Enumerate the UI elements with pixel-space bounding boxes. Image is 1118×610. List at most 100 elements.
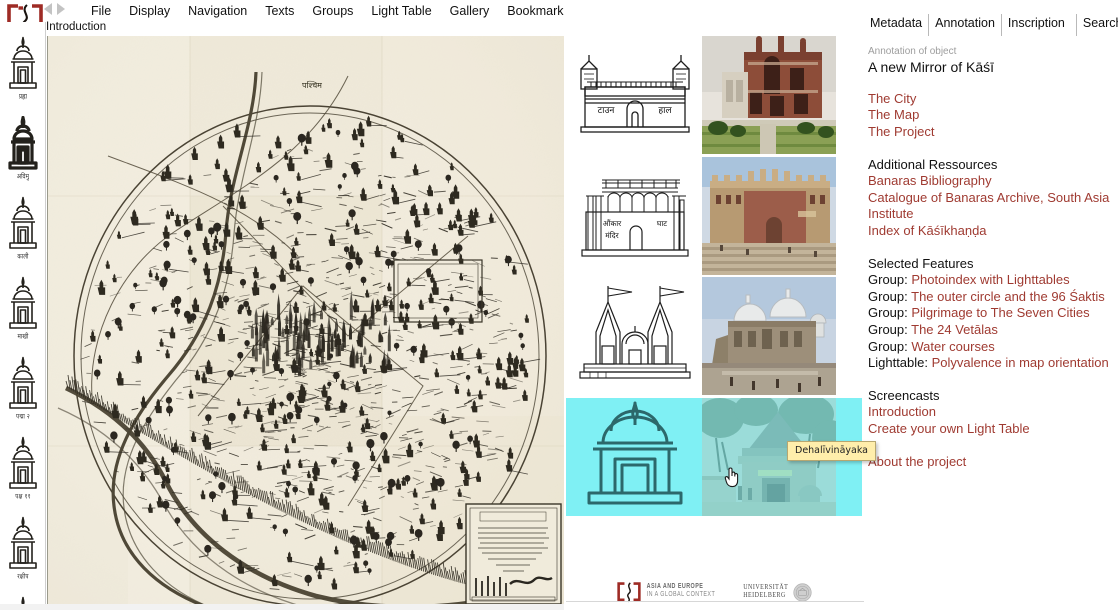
feature-prefix: Lighttable: xyxy=(868,355,928,371)
sketch-label: घाट xyxy=(657,219,667,228)
menu-texts[interactable]: Texts xyxy=(256,2,303,20)
menu-file[interactable]: File xyxy=(82,2,120,20)
hand-cursor-icon xyxy=(724,467,739,488)
tab-metadata[interactable]: Metadata xyxy=(864,14,928,36)
map-viewport[interactable]: पश्चिम xyxy=(47,36,564,610)
sidebar-thumbnail-caption: अविमु xyxy=(16,173,30,182)
sidebar-thumbnail-caption: पद्मा २ xyxy=(16,413,30,422)
photo-row[interactable] xyxy=(566,277,862,395)
map-direction-label-west: पश्चिम xyxy=(302,80,322,90)
feature-link-seven-cities[interactable]: Pilgrimage to The Seven Cities xyxy=(911,305,1089,320)
sketch-town-hall[interactable]: टाउन हाल xyxy=(572,36,698,154)
bottom-strip xyxy=(0,604,564,610)
feature-prefix: Group: xyxy=(868,322,908,338)
info-panel: Metadata Annotation Inscription Search A… xyxy=(864,14,1118,610)
historic-map-of-kashi[interactable]: पश्चिम xyxy=(48,36,564,610)
menu-navigation[interactable]: Navigation xyxy=(179,2,256,20)
breadcrumb[interactable]: Introduction xyxy=(46,21,106,37)
screencasts-heading: Screencasts xyxy=(868,387,940,403)
shrine-sketch-icon xyxy=(9,196,37,249)
menu-items: File Display Navigation Texts Groups Lig… xyxy=(82,0,573,21)
menu-groups[interactable]: Groups xyxy=(303,2,362,20)
feature-link-24-vetalas[interactable]: The 24 Vetālas xyxy=(911,322,998,337)
link-about-the-project[interactable]: About the project xyxy=(868,454,1116,471)
application-window: File Display Navigation Texts Groups Lig… xyxy=(0,0,1118,610)
object-title: A new Mirror of Kāśī xyxy=(868,59,995,75)
shrine-sketch-icon xyxy=(9,436,37,489)
forward-arrow-icon[interactable] xyxy=(57,3,65,15)
feature-prefix: Group: xyxy=(868,272,908,288)
feature-link-polyvalence[interactable]: Polyvalence in map orientation xyxy=(932,355,1109,370)
photo-town-hall[interactable] xyxy=(702,36,836,154)
shrine-sketch-icon xyxy=(9,276,37,329)
sidebar-thumbnail[interactable]: पक्ष ११ xyxy=(0,422,45,502)
sketch-label: औंकार xyxy=(603,219,622,228)
panel-tabs: Metadata Annotation Inscription Search xyxy=(864,14,1118,36)
university-line2: HEIDELBERG xyxy=(743,592,786,600)
link-screencast-light-table[interactable]: Create your own Light Table xyxy=(868,421,1116,438)
feature-row: Lighttable: Polyvalence in map orientati… xyxy=(868,355,1116,372)
feature-row: Group: The 24 Vetālas xyxy=(868,322,1116,339)
feature-row: Group: The outer circle and the 96 Śakti… xyxy=(868,289,1116,306)
sketch-label: हाल xyxy=(658,106,672,116)
photo-gyanvapi-mosque[interactable] xyxy=(702,277,836,395)
sketch-flag-temples[interactable] xyxy=(572,277,698,395)
sidebar-thumbnail[interactable]: रक्षीप xyxy=(0,502,45,582)
map-cartouche xyxy=(465,503,562,605)
history-navigation xyxy=(44,3,65,15)
link-index-kasikhanda[interactable]: Index of Kāśīkhaṇḍa xyxy=(868,223,1116,240)
menu-gallery[interactable]: Gallery xyxy=(441,2,499,20)
menu-bookmark[interactable]: Bookmark xyxy=(498,2,572,20)
back-arrow-icon[interactable] xyxy=(44,3,52,15)
photo-ramnagar-fort[interactable] xyxy=(702,157,836,275)
shrine-sketch-icon xyxy=(9,36,37,89)
sidebar-thumbnail[interactable]: पद्मा २ xyxy=(0,342,45,422)
resources-heading: Additional Ressources xyxy=(868,156,998,172)
link-the-project[interactable]: The Project xyxy=(868,124,1116,141)
feature-row: Group: Pilgrimage to The Seven Cities xyxy=(868,305,1116,322)
shrine-sketch-icon xyxy=(8,116,38,170)
thumbnail-sidebar[interactable]: प्रह्ला अविमु काली माखी पद्मा २ पक्ष ११ रक्षीप… xyxy=(0,22,46,610)
feature-row: Group: Photoindex with Lighttables xyxy=(868,272,1116,289)
sidebar-thumbnail-caption: काली xyxy=(17,253,29,262)
feature-prefix: Group: xyxy=(868,338,908,354)
link-banaras-bibliography[interactable]: Banaras Bibliography xyxy=(868,173,1116,190)
photo-row[interactable]: टाउन हाल xyxy=(566,36,862,154)
features-heading: Selected Features xyxy=(868,255,974,271)
sketch-label-secondary: मंदिर xyxy=(605,231,619,240)
sidebar-thumbnail-caption: प्रह्ला xyxy=(18,93,28,102)
annotation-kicker: Annotation of object xyxy=(868,46,957,57)
photo-row[interactable]: औंकार घाट मंदिर xyxy=(566,157,862,275)
feature-link-water-courses[interactable]: Water courses xyxy=(911,339,994,354)
link-the-map[interactable]: The Map xyxy=(868,107,1116,124)
feature-link-outer-circle[interactable]: The outer circle and the 96 Śaktis xyxy=(911,289,1105,304)
sidebar-thumbnail-caption: पक्ष ११ xyxy=(15,493,31,502)
feature-link-photoindex[interactable]: Photoindex with Lighttables xyxy=(911,272,1069,287)
sidebar-thumbnail-caption: रक्षीप xyxy=(17,573,29,582)
sidebar-thumbnail[interactable]: माखी xyxy=(0,262,45,342)
tab-inscription[interactable]: Inscription xyxy=(1000,14,1071,36)
asia-and-europe-logo-icon xyxy=(616,582,641,603)
cluster-logo-line2: IN A GLOBAL CONTEXT xyxy=(646,590,716,599)
tab-annotation[interactable]: Annotation xyxy=(928,14,1001,36)
feature-row: Group: Water courses xyxy=(868,339,1116,356)
link-screencast-introduction[interactable]: Introduction xyxy=(868,404,1116,421)
tab-search[interactable]: Search xyxy=(1075,14,1118,36)
shrine-sketch-icon xyxy=(9,356,37,409)
hover-tooltip: Dehalīvināyaka xyxy=(787,441,876,461)
sketch-shrine-pavilion[interactable] xyxy=(572,398,698,516)
feature-prefix: Group: xyxy=(868,305,908,321)
link-the-city[interactable]: The City xyxy=(868,91,1116,108)
footer-logos: ASIA AND EUROPE IN A GLOBAL CONTEXT UNIV… xyxy=(566,575,862,609)
sidebar-thumbnail-caption: माखी xyxy=(17,333,29,342)
cluster-logo[interactable]: ASIA AND EUROPE IN A GLOBAL CONTEXT xyxy=(616,581,716,603)
sidebar-thumbnail[interactable]: काली xyxy=(0,182,45,262)
university-logo[interactable]: UNIVERSITÄT HEIDELBERG xyxy=(743,582,812,602)
link-catalogue-banaras-archive[interactable]: Catalogue of Banaras Archive, South Asia… xyxy=(868,190,1116,223)
menu-display[interactable]: Display xyxy=(120,2,179,20)
panel-body: Annotation of object A new Mirror of Kāś… xyxy=(864,36,1118,470)
sidebar-thumbnail[interactable]: प्रह्ला xyxy=(0,22,45,102)
menu-light-table[interactable]: Light Table xyxy=(362,2,440,20)
sidebar-thumbnail[interactable]: अविमु xyxy=(0,102,45,182)
sketch-ghat-temple[interactable]: औंकार घाट मंदिर xyxy=(572,157,698,275)
